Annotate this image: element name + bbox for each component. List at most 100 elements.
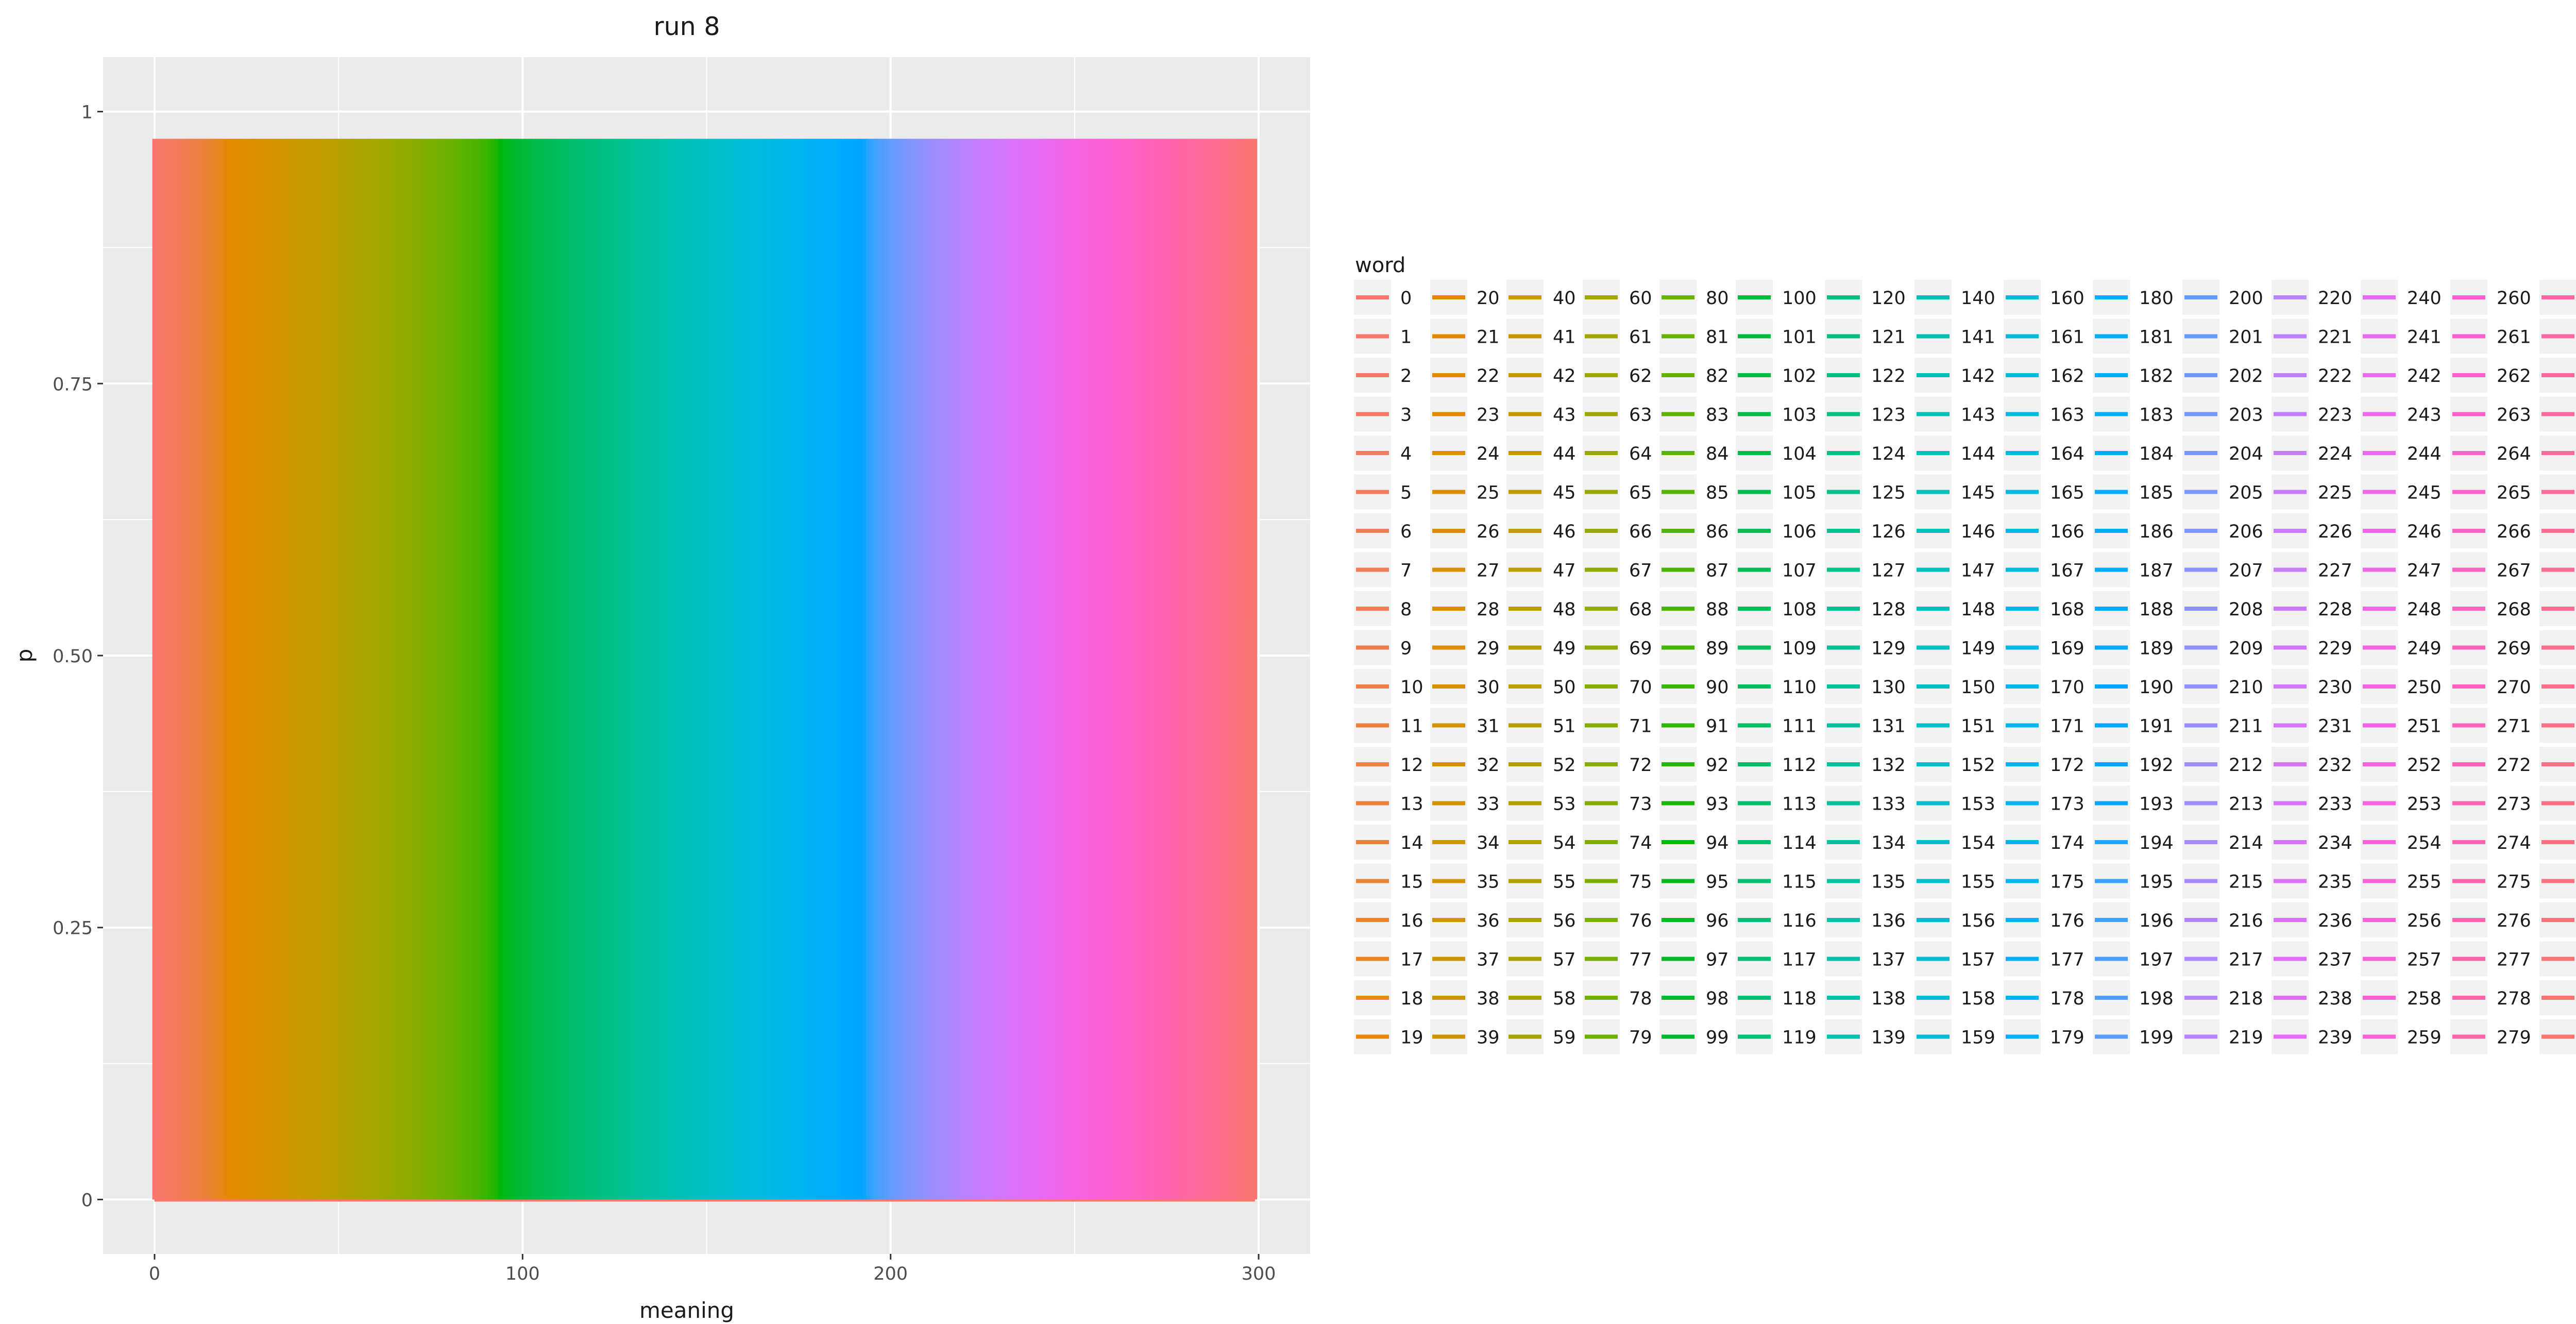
legend-entry-294: 294 bbox=[2539, 825, 2576, 860]
legend-entry-197: 197 bbox=[2093, 941, 2174, 977]
legend-label: 52 bbox=[1553, 755, 1576, 776]
legend-entry-63: 63 bbox=[1583, 396, 1652, 432]
legend-entry-159: 159 bbox=[1914, 1019, 1995, 1054]
legend-entry-209: 209 bbox=[2182, 630, 2263, 665]
legend-entry-215: 215 bbox=[2182, 863, 2263, 899]
legend-label: 0 bbox=[1400, 288, 1412, 309]
legend-entry-11: 11 bbox=[1354, 708, 1423, 743]
legend-entry-9: 9 bbox=[1354, 630, 1412, 665]
legend-label: 103 bbox=[1782, 405, 1817, 426]
legend-label: 179 bbox=[2050, 1028, 2084, 1048]
legend-entry-24: 24 bbox=[1430, 435, 1500, 471]
legend-label: 257 bbox=[2407, 950, 2442, 970]
legend-entry-284: 284 bbox=[2539, 435, 2576, 471]
legend-label: 92 bbox=[1706, 755, 1729, 776]
legend-entry-140: 140 bbox=[1914, 280, 1995, 315]
legend-label: 125 bbox=[1871, 483, 1906, 504]
legend-entry-17: 17 bbox=[1354, 941, 1423, 977]
legend-label: 174 bbox=[2050, 833, 2084, 853]
legend-label: 148 bbox=[1961, 599, 1995, 620]
legend-entry-221: 221 bbox=[2272, 319, 2352, 354]
legend-label: 245 bbox=[2407, 483, 2442, 504]
x-tick-label: 100 bbox=[505, 1264, 540, 1284]
legend-entry-64: 64 bbox=[1583, 435, 1652, 471]
legend-entry-30: 30 bbox=[1430, 669, 1500, 704]
legend-entry-189: 189 bbox=[2093, 630, 2174, 665]
legend-entry-121: 121 bbox=[1825, 319, 1906, 354]
legend-label: 246 bbox=[2407, 522, 2442, 542]
legend-label: 20 bbox=[1477, 288, 1500, 309]
legend-label: 49 bbox=[1553, 639, 1576, 659]
legend-entry-76: 76 bbox=[1583, 902, 1652, 937]
legend-label: 202 bbox=[2229, 366, 2263, 387]
legend-entry-211: 211 bbox=[2182, 708, 2263, 743]
legend-label: 169 bbox=[2050, 639, 2084, 659]
legend-entry-8: 8 bbox=[1354, 591, 1412, 626]
legend-label: 184 bbox=[2139, 444, 2174, 464]
legend-label: 5 bbox=[1400, 483, 1412, 504]
legend-entry-70: 70 bbox=[1583, 669, 1652, 704]
legend-entry-151: 151 bbox=[1914, 708, 1995, 743]
legend-entry-195: 195 bbox=[2093, 863, 2174, 899]
legend-entry-173: 173 bbox=[2004, 785, 2084, 821]
legend-label: 207 bbox=[2229, 561, 2263, 581]
legend-entry-93: 93 bbox=[1659, 785, 1729, 821]
legend-entry-74: 74 bbox=[1583, 825, 1652, 860]
legend-label: 109 bbox=[1782, 639, 1817, 659]
legend-label: 26 bbox=[1477, 522, 1500, 542]
legend-label: 220 bbox=[2318, 288, 2352, 309]
legend-entry-264: 264 bbox=[2450, 435, 2531, 471]
legend-entry-136: 136 bbox=[1825, 902, 1906, 937]
legend-entry-266: 266 bbox=[2450, 513, 2531, 548]
legend-label: 187 bbox=[2139, 561, 2174, 581]
legend: word 01234567891011121314151617181920212… bbox=[1354, 254, 2576, 1054]
legend-entry-275: 275 bbox=[2450, 863, 2531, 899]
legend-entry-166: 166 bbox=[2004, 513, 2084, 548]
legend-label: 36 bbox=[1477, 911, 1500, 931]
legend-entry-185: 185 bbox=[2093, 474, 2174, 510]
legend-entry-232: 232 bbox=[2272, 747, 2352, 782]
legend-entry-75: 75 bbox=[1583, 863, 1652, 899]
legend-label: 98 bbox=[1706, 988, 1729, 1009]
legend-entry-142: 142 bbox=[1914, 358, 1995, 393]
x-axis: 0 100 200 300 bbox=[149, 1254, 1276, 1284]
legend-entry-180: 180 bbox=[2093, 280, 2174, 315]
legend-label: 13 bbox=[1400, 794, 1423, 815]
legend-entry-34: 34 bbox=[1430, 825, 1500, 860]
legend-label: 256 bbox=[2407, 911, 2442, 931]
legend-entry-13: 13 bbox=[1354, 785, 1423, 821]
legend-entry-192: 192 bbox=[2093, 747, 2174, 782]
legend-entry-73: 73 bbox=[1583, 785, 1652, 821]
legend-entry-120: 120 bbox=[1825, 280, 1906, 315]
legend-label: 176 bbox=[2050, 911, 2084, 931]
legend-entry-248: 248 bbox=[2361, 591, 2442, 626]
legend-label: 226 bbox=[2318, 522, 2352, 542]
legend-entry-91: 91 bbox=[1659, 708, 1729, 743]
legend-entry-299: 299 bbox=[2539, 1019, 2576, 1054]
legend-entry-247: 247 bbox=[2361, 552, 2442, 588]
legend-entry-268: 268 bbox=[2450, 591, 2531, 626]
legend-entry-118: 118 bbox=[1736, 980, 1817, 1015]
legend-label: 57 bbox=[1553, 950, 1576, 970]
legend-label: 77 bbox=[1629, 950, 1652, 970]
legend-entry-108: 108 bbox=[1736, 591, 1817, 626]
legend-label: 247 bbox=[2407, 561, 2442, 581]
legend-label: 59 bbox=[1553, 1028, 1576, 1048]
legend-label: 139 bbox=[1871, 1028, 1906, 1048]
legend-label: 96 bbox=[1706, 911, 1729, 931]
legend-entry-191: 191 bbox=[2093, 708, 2174, 743]
legend-label: 192 bbox=[2139, 755, 2174, 776]
legend-entry-251: 251 bbox=[2361, 708, 2442, 743]
legend-entry-110: 110 bbox=[1736, 669, 1817, 704]
legend-label: 11 bbox=[1400, 716, 1423, 737]
legend-label: 127 bbox=[1871, 561, 1906, 581]
legend-entry-149: 149 bbox=[1914, 630, 1995, 665]
legend-label: 227 bbox=[2318, 561, 2352, 581]
legend-label: 140 bbox=[1961, 288, 1995, 309]
legend-label: 3 bbox=[1400, 405, 1412, 426]
legend-label: 50 bbox=[1553, 677, 1576, 698]
legend-entry-145: 145 bbox=[1914, 474, 1995, 510]
legend-entry-225: 225 bbox=[2272, 474, 2352, 510]
legend-label: 260 bbox=[2497, 288, 2531, 309]
legend-entry-89: 89 bbox=[1659, 630, 1729, 665]
